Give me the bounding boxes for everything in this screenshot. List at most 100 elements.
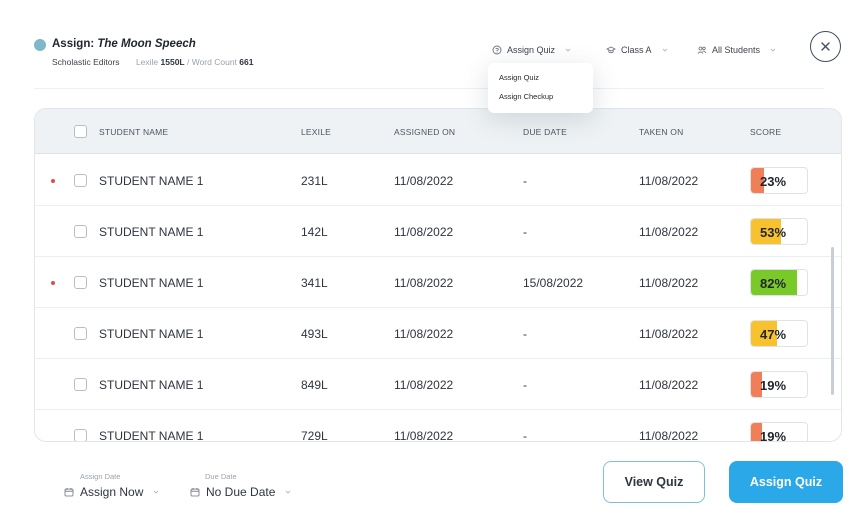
lexile-cell: 493L xyxy=(301,327,328,341)
student-name: STUDENT NAME 1 xyxy=(99,327,204,341)
assigned-on-cell: 11/08/2022 xyxy=(394,174,454,188)
lexile-cell: 729L xyxy=(301,429,328,442)
score-value: 47% xyxy=(760,327,787,342)
due-date-cell: - xyxy=(523,174,527,188)
close-button[interactable] xyxy=(810,31,841,62)
table-row[interactable]: STUDENT NAME 1 493L 11/08/2022 - 11/08/2022 4… xyxy=(35,308,841,359)
students-icon xyxy=(697,46,707,54)
quiz-icon xyxy=(492,45,502,55)
student-name: STUDENT NAME 1 xyxy=(99,429,204,442)
table-scrollbar[interactable] xyxy=(831,247,834,395)
lexile-label: Lexile xyxy=(135,57,161,67)
page-title: Assign: The Moon Speech xyxy=(52,38,196,50)
score-badge: 47% xyxy=(750,320,808,347)
class-dropdown[interactable]: Class A xyxy=(606,41,670,59)
col-score[interactable]: SCORE xyxy=(750,127,781,137)
student-name: STUDENT NAME 1 xyxy=(99,378,204,392)
menu-item-assign-quiz[interactable]: Assign Quiz xyxy=(499,73,539,82)
students-dropdown[interactable]: All Students xyxy=(697,41,778,59)
lexile-cell: 231L xyxy=(301,174,328,188)
student-name: STUDENT NAME 1 xyxy=(99,276,204,290)
view-quiz-button[interactable]: View Quiz xyxy=(603,461,705,503)
due-date-cell: - xyxy=(523,429,527,442)
row-checkbox[interactable] xyxy=(74,276,87,289)
chevron-down-icon xyxy=(286,490,291,494)
score-value: 53% xyxy=(760,225,787,240)
assign-prefix: Assign: xyxy=(52,38,98,50)
score-value: 19% xyxy=(760,429,787,442)
due-date-cell: - xyxy=(523,378,527,392)
student-table: STUDENT NAME LEXILE ASSIGNED ON DUE DATE… xyxy=(34,108,842,442)
taken-on-cell: 11/08/2022 xyxy=(639,327,699,341)
score-badge: 19% xyxy=(750,422,808,442)
row-checkbox[interactable] xyxy=(74,174,87,187)
assign-quiz-button[interactable]: Assign Quiz xyxy=(729,461,843,503)
table-row[interactable]: STUDENT NAME 1 341L 11/08/2022 15/08/2022 11… xyxy=(35,257,841,308)
lexile-value: 1550L xyxy=(160,57,185,67)
due-date-cell: - xyxy=(523,225,527,239)
due-date-cell: - xyxy=(523,327,527,341)
students-label: All Students xyxy=(712,45,761,55)
assign-type-menu: Assign Quiz Assign Checkup xyxy=(488,63,593,113)
status-dot xyxy=(34,39,46,51)
unread-indicator xyxy=(51,281,55,285)
row-checkbox[interactable] xyxy=(74,327,87,340)
due-date-dropdown[interactable]: No Due Date xyxy=(190,485,293,499)
lexile-cell: 142L xyxy=(301,225,328,239)
score-badge: 53% xyxy=(750,218,808,245)
assigned-on-cell: 11/08/2022 xyxy=(394,378,454,392)
table-row[interactable]: STUDENT NAME 1 849L 11/08/2022 - 11/08/2022 1… xyxy=(35,359,841,410)
calendar-icon xyxy=(64,488,74,497)
due-date-cell: 15/08/2022 xyxy=(523,276,584,290)
close-icon xyxy=(821,42,830,51)
score-badge: 82% xyxy=(750,269,808,296)
score-badge: 19% xyxy=(750,371,808,398)
lexile-cell: 341L xyxy=(301,276,328,290)
assignment-header: Assign: The Moon Speech Scholastic Edito… xyxy=(34,31,841,78)
assign-date-label: Assign Date xyxy=(80,472,121,481)
chevron-down-icon xyxy=(154,490,159,494)
story-meta: Scholastic Editors Lexile 1550L / Word C… xyxy=(52,57,253,67)
class-label: Class A xyxy=(621,45,652,55)
assigned-on-cell: 11/08/2022 xyxy=(394,327,454,341)
col-student-name[interactable]: STUDENT NAME xyxy=(99,127,168,137)
word-count-value: 661 xyxy=(239,57,254,67)
chevron-down-icon xyxy=(770,48,776,52)
select-all-checkbox[interactable] xyxy=(74,125,87,138)
unread-indicator xyxy=(51,179,55,183)
col-lexile[interactable]: LEXILE xyxy=(301,127,331,137)
taken-on-cell: 11/08/2022 xyxy=(639,429,699,442)
calendar-icon xyxy=(190,488,200,497)
assign-type-dropdown[interactable]: Assign Quiz xyxy=(492,41,573,59)
table-row[interactable]: STUDENT NAME 1 729L 11/08/2022 - 11/08/2022 1… xyxy=(35,410,841,442)
assigned-on-cell: 11/08/2022 xyxy=(394,429,454,442)
taken-on-cell: 11/08/2022 xyxy=(639,225,699,239)
table-header: STUDENT NAME LEXILE ASSIGNED ON DUE DATE… xyxy=(35,109,841,154)
assign-date-value: Assign Now xyxy=(80,485,144,499)
taken-on-cell: 11/08/2022 xyxy=(639,378,699,392)
menu-item-assign-checkup[interactable]: Assign Checkup xyxy=(499,92,553,101)
due-date-label: Due Date xyxy=(205,472,237,481)
publisher: Scholastic Editors xyxy=(52,57,120,67)
table-row[interactable]: STUDENT NAME 1 231L 11/08/2022 - 11/08/2022 2… xyxy=(35,155,841,206)
col-due-date[interactable]: DUE DATE xyxy=(523,127,567,137)
assign-date-dropdown[interactable]: Assign Now xyxy=(64,485,161,499)
row-checkbox[interactable] xyxy=(74,429,87,441)
table-row[interactable]: STUDENT NAME 1 142L 11/08/2022 - 11/08/2022 5… xyxy=(35,206,841,257)
row-checkbox[interactable] xyxy=(74,225,87,238)
class-icon xyxy=(606,46,616,54)
col-assigned-on[interactable]: ASSIGNED ON xyxy=(394,127,455,137)
word-count-label: / Word Count xyxy=(184,57,240,67)
score-badge: 23% xyxy=(750,167,808,194)
score-value: 19% xyxy=(760,378,787,393)
row-checkbox[interactable] xyxy=(74,378,87,391)
assigned-on-cell: 11/08/2022 xyxy=(394,276,454,290)
lexile-cell: 849L xyxy=(301,378,328,392)
col-taken-on[interactable]: TAKEN ON xyxy=(639,127,683,137)
story-title: The Moon Speech xyxy=(97,38,196,50)
header-divider xyxy=(34,88,824,89)
student-name: STUDENT NAME 1 xyxy=(99,225,204,239)
taken-on-cell: 11/08/2022 xyxy=(639,276,699,290)
chevron-down-icon xyxy=(565,48,571,52)
taken-on-cell: 11/08/2022 xyxy=(639,174,699,188)
